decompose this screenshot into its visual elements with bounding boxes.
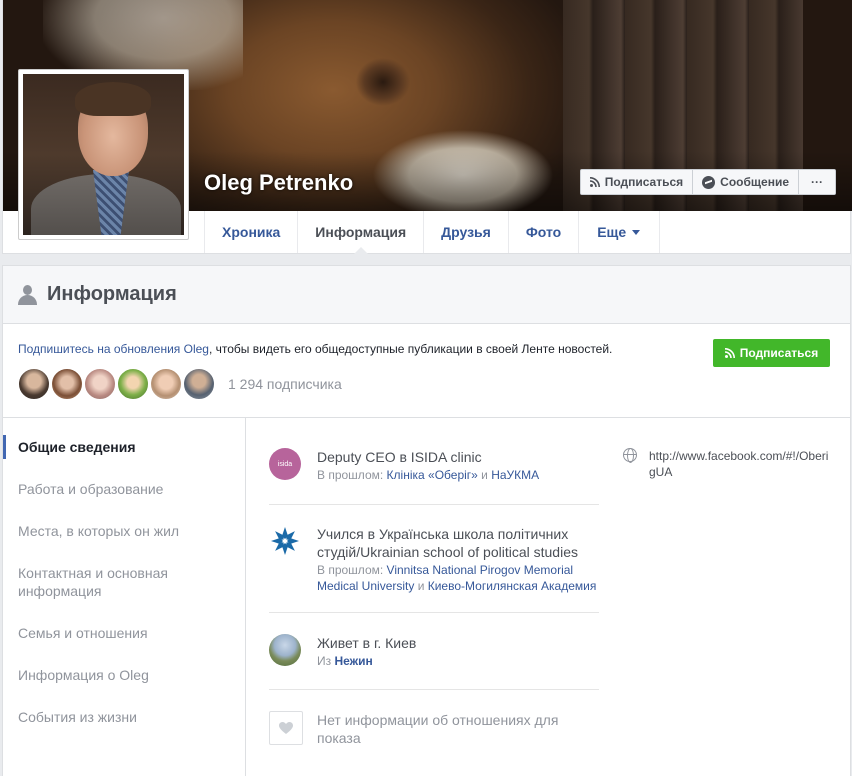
education-link-kma[interactable]: Киево-Могилянская Академия	[428, 579, 597, 593]
nav-work-education[interactable]: Работа и образование	[18, 480, 238, 498]
lives-in[interactable]: Живет в г. Киев	[317, 634, 601, 652]
profile-picture[interactable]	[18, 69, 189, 240]
divider	[269, 504, 599, 505]
work-title[interactable]: Deputy CEO в ISIDA clinic	[317, 448, 601, 466]
rss-icon	[724, 348, 735, 358]
city-photo-icon[interactable]	[269, 634, 301, 666]
more-dots-icon: ···	[811, 175, 823, 189]
nav-contact-info[interactable]: Контактная и основная информация	[18, 564, 238, 600]
isida-logo-icon[interactable]: isida	[269, 448, 301, 480]
hometown: Из Нежин	[317, 654, 373, 668]
avatar[interactable]	[150, 368, 182, 400]
rss-icon	[589, 177, 600, 187]
work-link-naukma[interactable]: НаУКМА	[491, 468, 539, 482]
cover-actions: Подписаться Сообщение ···	[579, 169, 836, 195]
active-indicator	[3, 435, 6, 459]
avatar[interactable]	[84, 368, 116, 400]
heart-icon	[269, 711, 303, 745]
avatar[interactable]	[51, 368, 83, 400]
tab-friends[interactable]: Друзья	[424, 211, 509, 253]
follow-subscribe-label: Подписаться	[739, 346, 819, 360]
follow-link[interactable]: Подпишитесь на обновления Oleg	[18, 342, 209, 356]
follow-prompt: Подпишитесь на обновления Oleg, чтобы ви…	[3, 324, 850, 418]
profile-tabs: Хроника Информация Друзья Фото Еще	[204, 211, 661, 254]
education-title[interactable]: Учился в Українська школа політичних сту…	[317, 525, 601, 561]
nav-life-events[interactable]: События из жизни	[18, 708, 238, 726]
nav-details-about[interactable]: Информация о Oleg	[18, 666, 238, 684]
hometown-link[interactable]: Нежин	[334, 654, 372, 668]
nav-overview[interactable]: Общие сведения	[18, 438, 238, 456]
about-title: Информация	[47, 283, 177, 305]
work-link-oberig[interactable]: Клініка «Оберіг»	[387, 468, 478, 482]
divider	[269, 689, 599, 690]
follower-avatars	[18, 368, 215, 400]
tab-more-label: Еще	[597, 224, 627, 240]
profile-page: Oleg Petrenko Подписаться Сообщение ··· …	[0, 0, 852, 776]
messenger-icon	[702, 175, 716, 189]
about-nav: Общие сведения Работа и образование Мест…	[3, 418, 246, 776]
about-body: Общие сведения Работа и образование Мест…	[3, 418, 850, 776]
avatar[interactable]	[117, 368, 149, 400]
follow-text-rest: , чтобы видеть его общедоступные публика…	[208, 342, 613, 356]
relationship-status: Нет информации об отношениях для показа	[317, 712, 559, 746]
work-history: В прошлом: Клініка «Оберіг» и НаУКМА	[317, 468, 540, 482]
subscribe-label: Подписаться	[604, 175, 684, 189]
subscribe-button[interactable]: Подписаться	[580, 170, 694, 194]
tab-more[interactable]: Еще	[579, 211, 661, 253]
follow-subscribe-button[interactable]: Подписаться	[713, 339, 830, 367]
about-section: Информация Подпишитесь на обновления Ole…	[2, 265, 851, 776]
profile-header: Oleg Petrenko Подписаться Сообщение ··· …	[2, 0, 852, 254]
globe-icon	[623, 448, 637, 463]
nav-places-lived[interactable]: Места, в которых он жил	[18, 522, 238, 540]
tab-about[interactable]: Информация	[298, 211, 425, 254]
message-button[interactable]: Сообщение	[693, 170, 799, 194]
school-logo-icon[interactable]	[269, 525, 301, 557]
about-header: Информация	[3, 266, 850, 324]
avatar[interactable]	[183, 368, 215, 400]
education-history: В прошлом: Vinnitsa National Pirogov Mem…	[317, 563, 597, 593]
divider	[269, 612, 599, 613]
avatar[interactable]	[18, 368, 50, 400]
caret-down-icon	[632, 229, 641, 235]
more-options-button[interactable]: ···	[799, 170, 835, 194]
profile-name[interactable]: Oleg Petrenko	[204, 170, 353, 196]
person-icon	[17, 284, 37, 305]
follow-text: Подпишитесь на обновления Oleg, чтобы ви…	[18, 342, 612, 356]
website-link[interactable]: http://www.facebook.com/#!/OberigUA	[649, 448, 835, 480]
tab-photos[interactable]: Фото	[509, 211, 580, 253]
message-label: Сообщение	[720, 175, 789, 189]
followers-count[interactable]: 1 294 подписчика	[228, 376, 342, 392]
tab-timeline[interactable]: Хроника	[205, 211, 299, 253]
nav-family-relationships[interactable]: Семья и отношения	[18, 624, 238, 642]
